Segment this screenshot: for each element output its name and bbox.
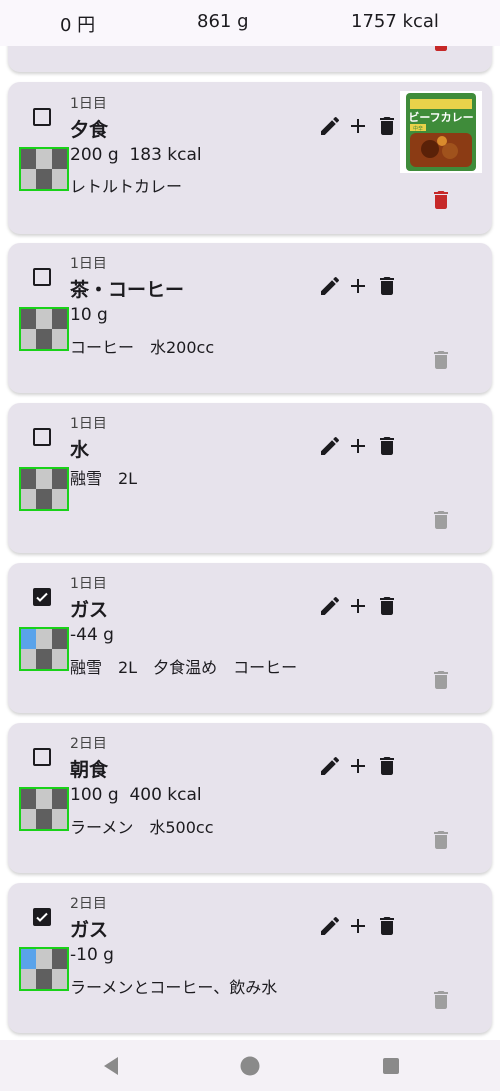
day-label: 1日目 [70, 256, 107, 272]
item-card[interactable]: 1日目 ガス -44 g 融雪 2L 夕食温め コーヒー [8, 563, 492, 713]
plus-icon[interactable] [346, 274, 370, 298]
food-photo[interactable]: ビーフカレー 中辛 [400, 91, 482, 173]
plus-icon[interactable] [346, 114, 370, 138]
plus-icon[interactable] [346, 594, 370, 618]
food-package-image: ビーフカレー 中辛 [406, 93, 476, 171]
pencil-icon[interactable] [318, 434, 342, 458]
amount-text: 100 g 400 kcal [70, 785, 202, 805]
item-card[interactable]: 2日目 ガス -10 g ラーメンとコーヒー、飲み水 [8, 883, 492, 1033]
amount-text: -10 g [70, 945, 114, 965]
item-card[interactable]: 1日目 茶・コーヒー 10 g コーヒー 水200cc [8, 243, 492, 393]
trash-icon[interactable] [429, 828, 453, 852]
pencil-icon[interactable] [318, 754, 342, 778]
placeholder-thumbnail [19, 787, 69, 831]
system-nav-bar [0, 1040, 500, 1091]
placeholder-thumbnail [19, 627, 69, 671]
photo-tag-text: 中辛 [413, 125, 423, 132]
recents-square-icon[interactable] [379, 1054, 403, 1078]
trash-icon[interactable] [375, 594, 399, 618]
plus-icon[interactable] [346, 434, 370, 458]
total-energy: 1757 kcal [351, 11, 439, 32]
note-text: ラーメンとコーヒー、飲み水 [70, 978, 278, 997]
trash-icon[interactable] [375, 274, 399, 298]
amount-text: 200 g 183 kcal [70, 145, 202, 165]
photo-brand-text: ビーフカレー [408, 110, 473, 124]
pencil-icon[interactable] [318, 594, 342, 618]
placeholder-thumbnail [19, 467, 69, 511]
item-title: 水 [70, 439, 90, 461]
placeholder-thumbnail [19, 947, 69, 991]
pencil-icon[interactable] [318, 914, 342, 938]
placeholder-thumbnail [19, 147, 69, 191]
home-circle-icon[interactable] [238, 1054, 262, 1078]
done-checkbox[interactable] [33, 908, 51, 926]
placeholder-thumbnail [19, 307, 69, 351]
note-text: 融雪 2L 夕食温め コーヒー [70, 658, 298, 677]
trash-icon[interactable] [429, 988, 453, 1012]
day-label: 1日目 [70, 576, 107, 592]
item-card[interactable]: 2日目 朝食 100 g 400 kcal ラーメン 水500cc [8, 723, 492, 873]
trash-icon[interactable] [429, 348, 453, 372]
trash-icon[interactable] [429, 508, 453, 532]
done-checkbox[interactable] [33, 108, 51, 126]
day-label: 2日目 [70, 736, 107, 752]
trash-icon[interactable] [375, 434, 399, 458]
total-cost: 0 円 [60, 15, 96, 36]
note-text: コーヒー 水200cc [70, 338, 215, 357]
item-title: 朝食 [70, 759, 109, 781]
trash-icon[interactable] [375, 914, 399, 938]
plus-icon[interactable] [346, 914, 370, 938]
note-text: 融雪 2L [70, 469, 138, 488]
pencil-icon[interactable] [318, 114, 342, 138]
check-icon [36, 912, 48, 922]
item-title: 茶・コーヒー [70, 279, 185, 301]
item-list[interactable]: 1日目 夕食 200 g 183 kcal レトルトカレー ビーフカレー 中辛 [0, 0, 500, 1040]
pencil-icon[interactable] [318, 274, 342, 298]
trash-icon[interactable] [375, 114, 399, 138]
day-label: 2日目 [70, 896, 107, 912]
trash-icon[interactable] [375, 754, 399, 778]
plus-icon[interactable] [346, 754, 370, 778]
item-card[interactable]: 1日目 夕食 200 g 183 kcal レトルトカレー ビーフカレー 中辛 [8, 82, 492, 234]
total-weight: 861 g [197, 11, 249, 32]
trash-icon[interactable] [429, 668, 453, 692]
day-label: 1日目 [70, 416, 107, 432]
done-checkbox[interactable] [33, 428, 51, 446]
totals-header: 0 円 861 g 1757 kcal [0, 0, 500, 46]
back-triangle-icon[interactable] [99, 1054, 123, 1078]
done-checkbox[interactable] [33, 748, 51, 766]
amount-text: -44 g [70, 625, 114, 645]
done-checkbox[interactable] [33, 268, 51, 286]
done-checkbox[interactable] [33, 588, 51, 606]
item-card[interactable]: 1日目 水 融雪 2L [8, 403, 492, 553]
note-text: ラーメン 水500cc [70, 818, 214, 837]
item-title: ガス [70, 599, 109, 621]
note-text: レトルトカレー [70, 177, 183, 196]
day-label: 1日目 [70, 96, 107, 112]
amount-text: 10 g [70, 305, 108, 325]
trash-icon[interactable] [429, 188, 453, 212]
check-icon [36, 592, 48, 602]
item-title: 夕食 [70, 119, 109, 141]
item-title: ガス [70, 919, 109, 941]
